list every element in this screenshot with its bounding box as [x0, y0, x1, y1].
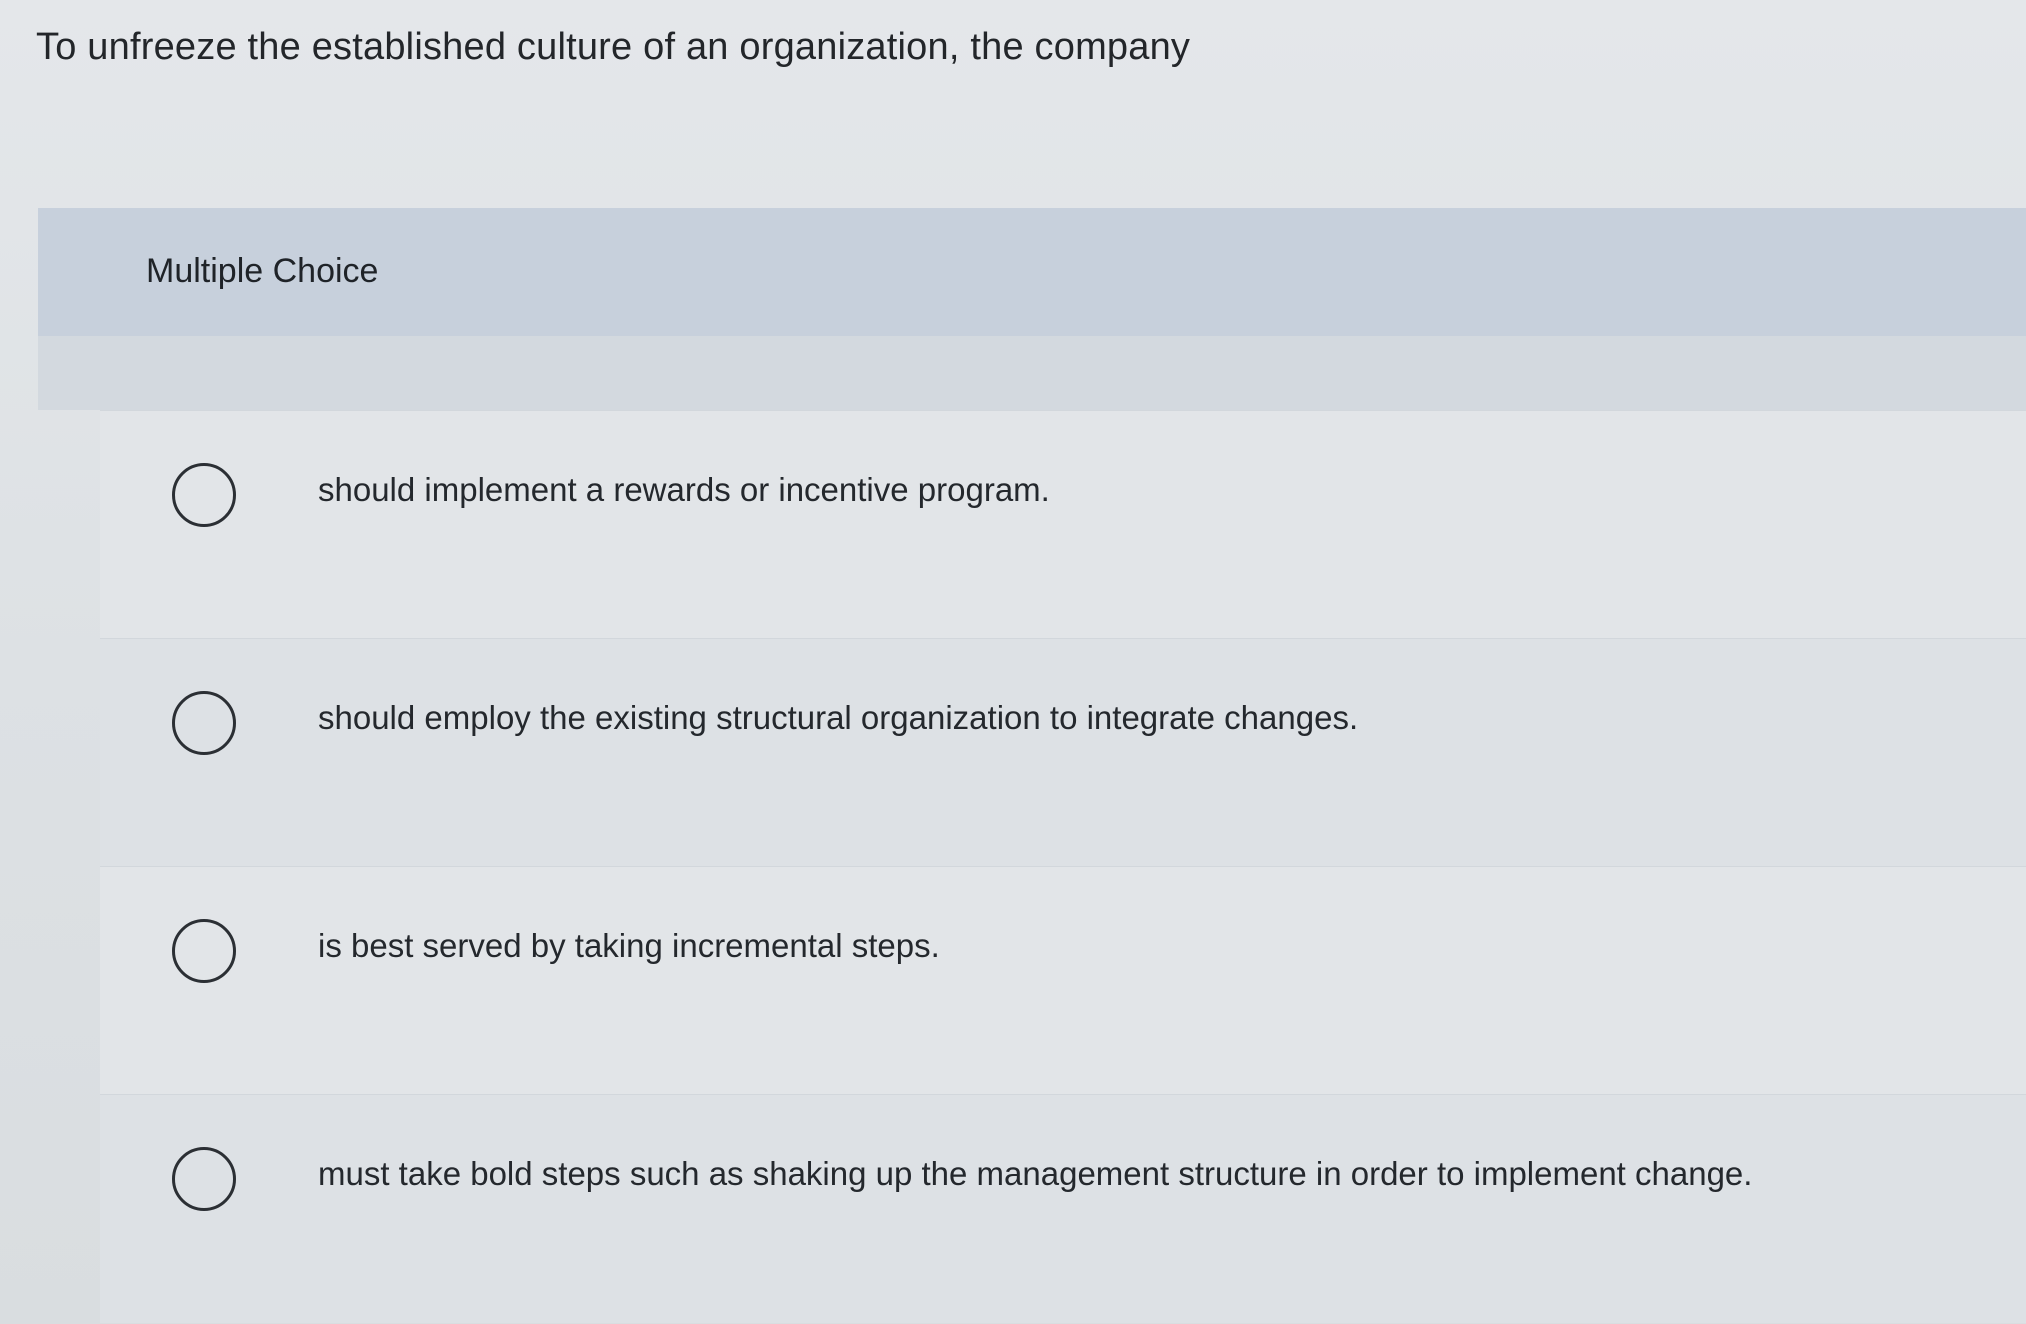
answer-option-2[interactable]: should employ the existing structural or… [100, 638, 2026, 867]
multiple-choice-header: Multiple Choice [38, 208, 2026, 337]
answer-option-1-label[interactable]: should implement a rewards or incentive … [318, 471, 1050, 509]
header-divider-band [38, 336, 2026, 410]
multiple-choice-title: Multiple Choice [146, 252, 379, 290]
answer-options-list: should implement a rewards or incentive … [100, 410, 2026, 1324]
radio-button-option-1[interactable] [172, 463, 236, 527]
question-page: To unfreeze the established culture of a… [0, 0, 2026, 1324]
answer-option-3[interactable]: is best served by taking incremental ste… [100, 866, 2026, 1095]
answer-option-1[interactable]: should implement a rewards or incentive … [100, 410, 2026, 639]
answer-option-3-label[interactable]: is best served by taking incremental ste… [318, 927, 940, 965]
radio-button-option-2[interactable] [172, 691, 236, 755]
answer-option-4[interactable]: must take bold steps such as shaking up … [100, 1094, 2026, 1323]
radio-button-option-4[interactable] [172, 1147, 236, 1211]
question-prompt: To unfreeze the established culture of a… [36, 26, 1191, 68]
answer-option-4-label[interactable]: must take bold steps such as shaking up … [318, 1155, 1752, 1193]
answer-option-2-label[interactable]: should employ the existing structural or… [318, 699, 1358, 737]
radio-button-option-3[interactable] [172, 919, 236, 983]
